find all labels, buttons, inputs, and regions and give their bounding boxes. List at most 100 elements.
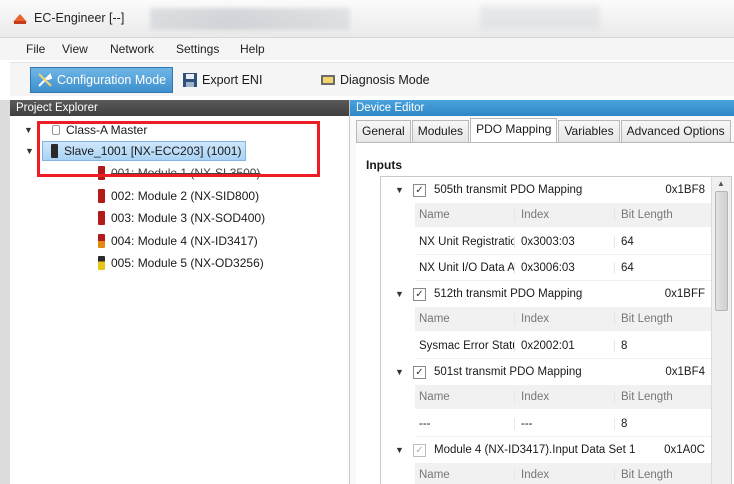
pdo-group-name: Module 4 (NX-ID3417).Input Data Set 1 — [434, 444, 636, 456]
pdo-group-index: 0x1BFF — [664, 288, 705, 300]
pdo-group-row[interactable]: ▼ ✓ 512th transmit PDO Mapping 0x1BFF — [381, 281, 711, 307]
menu-bar: File View Network Settings Help — [0, 38, 734, 60]
diagnosis-icon — [321, 75, 335, 85]
cell-name: NX Unit Registration — [415, 235, 515, 248]
cell-name: NX Unit I/O Data Active — [415, 261, 515, 274]
inputs-label: Inputs — [366, 158, 402, 172]
chevron-down-icon[interactable]: ▼ — [395, 289, 405, 299]
module-label: 005: Module 5 (NX-OD3256) — [111, 256, 264, 270]
chevron-down-icon[interactable]: ▼ — [395, 445, 405, 455]
pdo-group-index: 0x1BF8 — [665, 184, 705, 196]
cell-bit-length: 64 — [621, 261, 634, 274]
column-header-row: Name Index Bit Length — [415, 463, 711, 484]
chevron-down-icon[interactable]: ▼ — [25, 146, 35, 156]
column-header-index[interactable]: Index — [515, 469, 615, 481]
export-eni-label: Export ENI — [202, 73, 263, 87]
cell-bit-length: 8 — [621, 417, 628, 430]
tree-node-module[interactable]: 004: Module 4 (NX-ID3417) — [98, 231, 258, 251]
menu-help[interactable]: Help — [240, 42, 265, 56]
vertical-scrollbar[interactable]: ▲ — [711, 177, 731, 484]
diagnosis-mode-label: Diagnosis Mode — [340, 73, 430, 87]
diagnosis-mode-button[interactable]: Diagnosis Mode — [314, 67, 436, 93]
column-header-bit-length[interactable]: Bit Length — [615, 391, 711, 403]
project-explorer-header: Project Explorer — [10, 100, 349, 116]
module-icon — [98, 256, 105, 270]
configuration-mode-label: Configuration Mode — [57, 73, 167, 87]
module-icon — [98, 234, 105, 248]
pdo-group-row[interactable]: ▼ ✓ 501st transmit PDO Mapping 0x1BF4 — [381, 359, 711, 385]
cell-name: --- — [415, 417, 515, 430]
cell-index: 0x3003:03 — [515, 235, 615, 248]
menu-view[interactable]: View — [62, 42, 88, 56]
pdo-mapping-panel: Inputs ▼ ✓ 505th transmit PDO Mapping 0x… — [356, 142, 734, 484]
checkbox[interactable]: ✓ — [413, 443, 426, 457]
tab-modules[interactable]: Modules — [411, 120, 470, 142]
pdo-group-name: 505th transmit PDO Mapping — [434, 184, 583, 196]
tab-variables[interactable]: Variables — [558, 120, 620, 142]
save-icon — [183, 73, 197, 87]
table-row[interactable]: Sysmac Error Status 0x2002:01 8 — [415, 333, 711, 359]
tab-pdo-mapping[interactable]: PDO Mapping — [470, 118, 558, 142]
column-header-name[interactable]: Name — [415, 313, 515, 325]
tab-advanced-options[interactable]: Advanced Options — [620, 120, 731, 142]
cell-bit-length: 64 — [621, 235, 634, 248]
pdo-group-index: 0x1A0C — [664, 444, 705, 456]
wrench-icon — [38, 73, 53, 87]
pdo-group-index: 0x1BF4 — [665, 366, 705, 378]
menu-file[interactable]: File — [26, 42, 45, 56]
column-header-bit-length[interactable]: Bit Length — [615, 313, 711, 325]
menu-network[interactable]: Network — [110, 42, 154, 56]
column-header-index[interactable]: Index — [515, 209, 615, 221]
device-editor-header: Device Editor — [350, 100, 734, 116]
pdo-group-name: 501st transmit PDO Mapping — [434, 366, 582, 378]
column-header-index[interactable]: Index — [515, 391, 615, 403]
column-header-index[interactable]: Index — [515, 313, 615, 325]
module-icon — [98, 211, 105, 225]
tree-node-module[interactable]: 003: Module 3 (NX-SOD400) — [98, 208, 265, 228]
module-label: 004: Module 4 (NX-ID3417) — [111, 234, 258, 248]
title-bar: EC-Engineer [--] — [0, 0, 734, 38]
scrollbar-thumb[interactable] — [715, 191, 728, 311]
menu-settings[interactable]: Settings — [176, 42, 219, 56]
table-row[interactable]: NX Unit I/O Data Active 0x3006:03 64 — [415, 255, 711, 281]
column-header-bit-length[interactable]: Bit Length — [615, 469, 711, 481]
chevron-down-icon[interactable]: ▼ — [24, 125, 34, 135]
column-header-name[interactable]: Name — [415, 469, 515, 481]
tree-node-module[interactable]: 002: Module 2 (NX-SID800) — [98, 186, 259, 206]
chevron-down-icon[interactable]: ▼ — [395, 367, 405, 377]
pdo-group-row[interactable]: ▼ ✓ 505th transmit PDO Mapping 0x1BF8 — [381, 177, 711, 203]
module-label: 003: Module 3 (NX-SOD400) — [111, 211, 266, 225]
column-header-name[interactable]: Name — [415, 209, 515, 221]
chevron-down-icon[interactable]: ▼ — [395, 185, 405, 195]
column-header-name[interactable]: Name — [415, 391, 515, 403]
configuration-mode-button[interactable]: Configuration Mode — [30, 67, 174, 93]
cell-name: Sysmac Error Status — [415, 339, 515, 352]
column-header-row: Name Index Bit Length — [415, 203, 711, 227]
checkbox[interactable]: ✓ — [413, 287, 426, 301]
cell-bit-length: 8 — [621, 339, 628, 352]
blurred-region — [150, 8, 350, 30]
module-label: 002: Module 2 (NX-SID800) — [111, 189, 260, 203]
table-row[interactable]: NX Unit Registration 0x3003:03 64 — [415, 229, 711, 255]
window-edge — [0, 100, 10, 484]
toolbar: Configuration Mode Export ENI Diagnosis … — [10, 62, 734, 96]
pdo-grid: ▼ ✓ 505th transmit PDO Mapping 0x1BF8 Na… — [380, 176, 732, 484]
tree-node-module[interactable]: 005: Module 5 (NX-OD3256) — [98, 253, 264, 273]
column-header-row: Name Index Bit Length — [415, 385, 711, 409]
selection-highlight-box — [37, 121, 320, 177]
column-header-bit-length[interactable]: Bit Length — [615, 209, 711, 221]
table-row[interactable]: --- --- 8 — [415, 411, 711, 437]
pdo-group-row[interactable]: ▼ ✓ Module 4 (NX-ID3417).Input Data Set … — [381, 437, 711, 463]
checkbox[interactable]: ✓ — [413, 365, 426, 379]
cell-index: 0x2002:01 — [515, 339, 615, 352]
app-icon — [13, 14, 27, 24]
cell-index: 0x3006:03 — [515, 261, 615, 274]
module-icon — [98, 189, 105, 203]
scroll-up-icon[interactable]: ▲ — [717, 179, 725, 188]
window-title: EC-Engineer [--] — [34, 11, 125, 25]
checkbox[interactable]: ✓ — [413, 183, 426, 197]
pdo-group-name: 512th transmit PDO Mapping — [434, 288, 583, 300]
tab-general[interactable]: General — [356, 120, 411, 142]
column-header-row: Name Index Bit Length — [415, 307, 711, 331]
export-eni-button[interactable]: Export ENI — [176, 67, 268, 93]
